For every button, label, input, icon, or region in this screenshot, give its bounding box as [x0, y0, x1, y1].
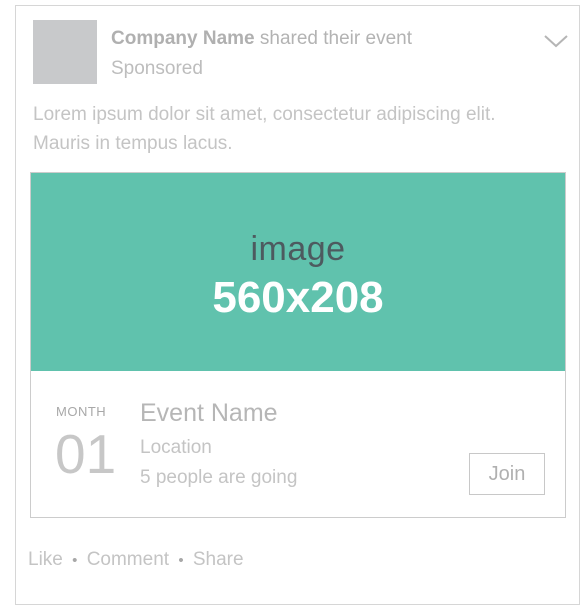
comment-link[interactable]: Comment [87, 549, 169, 570]
image-placeholder-label: image [250, 230, 346, 268]
event-card[interactable]: image 560x208 MONTH 01 Event Name Locati… [30, 172, 566, 518]
share-link[interactable]: Share [193, 549, 244, 570]
chevron-down-icon[interactable] [542, 30, 570, 50]
action-separator: • [72, 552, 78, 569]
company-name-link[interactable]: Company Name [111, 28, 255, 49]
post-body-text: Lorem ipsum dolor sit amet, consectetur … [33, 104, 496, 154]
event-location: Location [140, 437, 212, 458]
sponsored-event-post: Company Name shared their event Sponsore… [15, 5, 580, 605]
shared-event-text: shared their event [254, 28, 412, 49]
event-month: MONTH [56, 404, 107, 419]
event-name-link[interactable]: Event Name [140, 399, 278, 428]
event-day: 01 [55, 423, 117, 485]
post-header: Company Name shared their event [111, 27, 412, 51]
join-button[interactable]: Join [469, 453, 545, 495]
event-image-placeholder[interactable]: image 560x208 [31, 173, 565, 371]
action-separator: • [178, 552, 184, 569]
company-avatar[interactable] [33, 20, 97, 84]
like-link[interactable]: Like [28, 549, 63, 570]
sponsored-label: Sponsored [111, 58, 203, 79]
image-placeholder-size: 560x208 [212, 273, 384, 322]
event-attendance: 5 people are going [140, 467, 298, 488]
post-actions: Like • Comment • Share [28, 549, 244, 571]
